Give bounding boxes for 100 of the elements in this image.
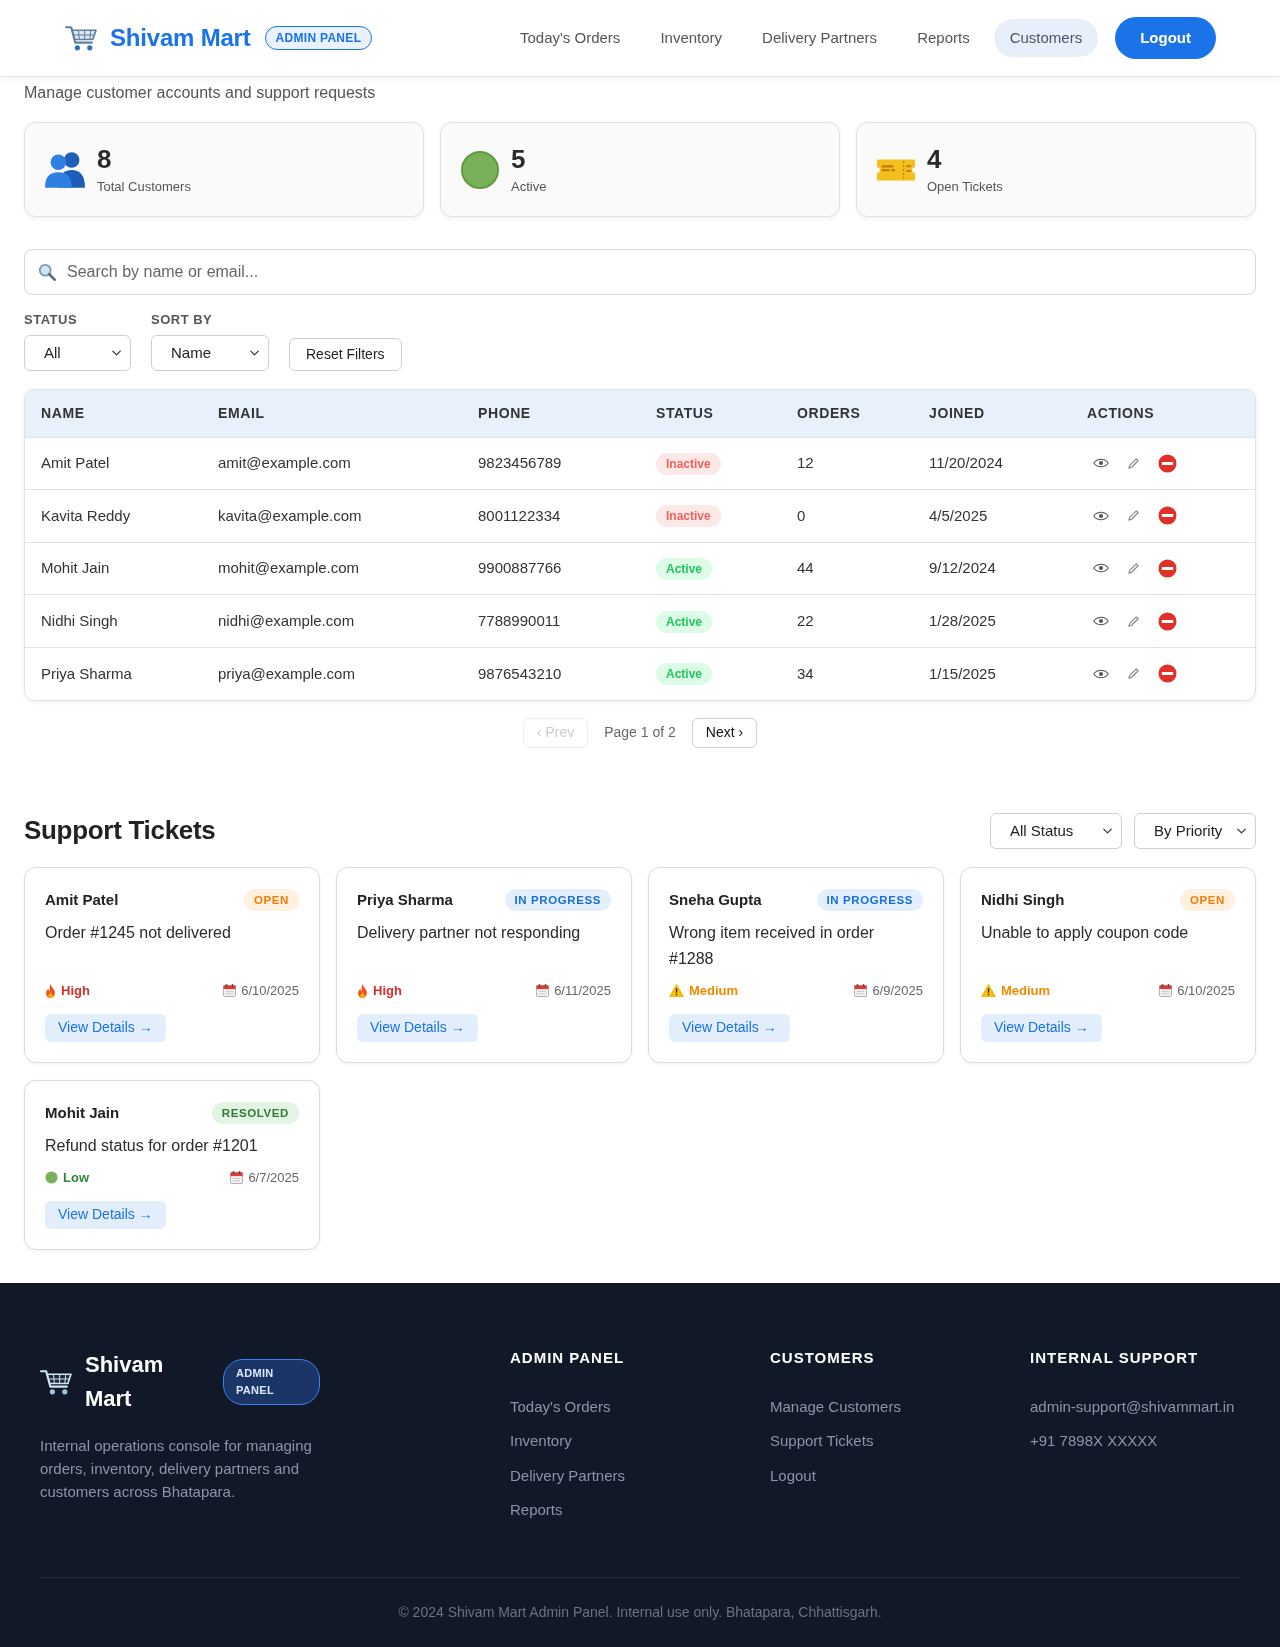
copyright-text: © 2024 Shivam Mart Admin Panel. Internal use only. Bhatapara, Chhattisgarh. [398, 1602, 882, 1622]
fire-icon [357, 983, 368, 998]
table-cell: 11/20/2024 [913, 437, 1071, 490]
footer-link[interactable]: Delivery Partners [510, 1464, 730, 1487]
section-title: Support Tickets [24, 815, 216, 847]
pencil-icon[interactable] [1127, 562, 1140, 575]
logout-button[interactable]: Logout [1115, 17, 1216, 59]
ticket-filter-select[interactable]: All Status [990, 812, 1122, 849]
footer-heading: CUSTOMERS [770, 1347, 876, 1368]
table-cell: 12 [781, 437, 913, 490]
eye-icon[interactable] [1093, 616, 1109, 627]
footer-link[interactable]: Today's Orders [510, 1395, 730, 1418]
status-badge: Inactive [656, 505, 721, 528]
ticket-date: 6/10/2025 [1177, 982, 1235, 1001]
status-dot-icon [461, 150, 499, 189]
status-badge: Inactive [656, 452, 721, 475]
people-icon [45, 151, 85, 188]
table-cell: Kavita Reddy [25, 489, 202, 543]
ticket-subject: Wrong item received in order #1288 [669, 922, 876, 969]
table-cell: 8001122334 [462, 489, 640, 543]
table-cell: Nidhi Singh [25, 594, 202, 648]
filter-select[interactable]: Name [151, 335, 269, 371]
footer-link[interactable]: Inventory [510, 1430, 730, 1453]
table-cell: 4/5/2025 [913, 489, 1071, 543]
pencil-icon[interactable] [1127, 509, 1140, 523]
priority-label: High [61, 982, 90, 1001]
footer-link[interactable]: +91 7898X XXXXX [1030, 1430, 1240, 1453]
no-entry-icon[interactable] [1158, 453, 1177, 473]
pencil-icon[interactable] [1127, 667, 1140, 681]
brand-name: Shivam Mart [85, 1350, 165, 1413]
table-cell: 9/12/2024 [913, 542, 1071, 595]
ticket-filter-select[interactable]: By Priority [1134, 812, 1256, 849]
warning-icon [981, 984, 996, 998]
no-entry-icon[interactable] [1158, 559, 1177, 578]
pencil-icon[interactable] [1127, 614, 1140, 628]
footer-link[interactable]: Support Tickets [770, 1430, 990, 1453]
ticket-status-badge: IN PROGRESS [504, 888, 611, 911]
stat-value: 5 [511, 144, 527, 174]
search-field[interactable]: Search by name or email... [24, 249, 1256, 295]
eye-icon[interactable] [1093, 510, 1109, 521]
no-entry-icon[interactable] [1158, 664, 1177, 684]
nav-link[interactable]: Reports [901, 19, 986, 57]
stat-label: Total Customers [97, 179, 191, 195]
reset-filters-button[interactable]: Reset Filters [289, 338, 402, 371]
filter-label: STATUS [24, 312, 79, 328]
eye-icon[interactable] [1093, 668, 1109, 679]
table-cell: 9876543210 [462, 647, 640, 700]
table-cell: amit@example.com [202, 437, 462, 490]
priority-label: Low [63, 1169, 89, 1188]
customer-name: Sneha Gupta [669, 889, 762, 910]
filter-select[interactable]: All [24, 335, 131, 371]
table-cell: Mohit Jain [25, 542, 202, 595]
eye-icon[interactable] [1093, 458, 1109, 469]
customer-name: Nidhi Singh [981, 889, 1065, 910]
table-cell: 7788990011 [462, 594, 640, 648]
footer-heading: ADMIN PANEL [510, 1347, 626, 1368]
no-entry-icon[interactable] [1158, 611, 1177, 631]
footer-link[interactable]: Logout [770, 1464, 990, 1487]
table-cell: kavita@example.com [202, 489, 462, 543]
pencil-icon[interactable] [1127, 456, 1140, 470]
stat-label: Active [511, 179, 547, 195]
nav-link[interactable]: Today's Orders [503, 19, 637, 57]
footer-link[interactable]: Manage Customers [770, 1395, 990, 1418]
cart-icon [40, 1368, 72, 1395]
stat-label: Open Tickets [927, 179, 1003, 195]
ticket-icon [877, 158, 915, 181]
ticket-status-badge: RESOLVED [211, 1101, 299, 1124]
table-cell: nidhi@example.com [202, 594, 462, 648]
no-entry-icon[interactable] [1158, 506, 1177, 526]
nav-link[interactable]: Delivery Partners [746, 19, 894, 57]
page-subtitle: Manage customer accounts and support requests [24, 83, 377, 103]
customer-name: Amit Patel [45, 889, 119, 910]
next-page-button[interactable]: Next › [691, 717, 758, 748]
calendar-icon [854, 984, 868, 998]
search-icon [38, 263, 56, 281]
column-header: EMAIL [202, 390, 462, 437]
ticket-subject: Refund status for order #1201 [45, 1135, 259, 1156]
ticket-status-badge: OPEN [244, 888, 299, 911]
calendar-icon [230, 1171, 244, 1185]
footer-link[interactable]: Reports [510, 1499, 730, 1522]
stat-value: 4 [927, 144, 943, 174]
view-details-button[interactable]: View Details → [357, 1013, 478, 1042]
status-badge: Active [656, 558, 713, 580]
footer-link[interactable]: admin-support@shivammart.in [1030, 1395, 1240, 1418]
nav-link[interactable]: Customers [993, 19, 1099, 57]
view-details-button[interactable]: View Details → [981, 1013, 1102, 1042]
calendar-icon [223, 984, 237, 998]
filter-label: SORT BY [151, 312, 214, 328]
ticket-date: 6/7/2025 [248, 1169, 299, 1188]
eye-icon[interactable] [1093, 563, 1109, 574]
view-details-button[interactable]: View Details → [45, 1013, 166, 1042]
nav-link[interactable]: Inventory [644, 19, 739, 57]
ticket-subject: Delivery partner not responding [357, 922, 582, 943]
table-cell: priya@example.com [202, 647, 462, 700]
view-details-button[interactable]: View Details → [669, 1013, 790, 1042]
view-details-button[interactable]: View Details → [45, 1200, 166, 1229]
ticket-date: 6/10/2025 [241, 982, 299, 1001]
ticket-status-badge: IN PROGRESS [816, 888, 923, 911]
ticket-status-badge: OPEN [1180, 888, 1235, 911]
column-header: PHONE [462, 390, 640, 437]
